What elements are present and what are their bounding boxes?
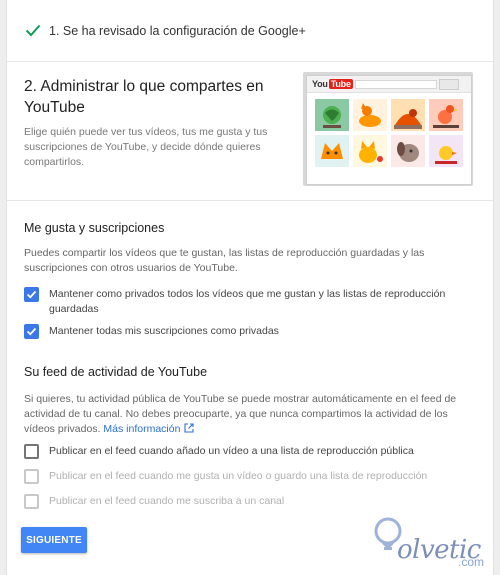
- private-subscriptions-label: Mantener todas mis suscripciones como pr…: [49, 325, 279, 337]
- puppy-thumbnail-icon: [391, 135, 425, 167]
- feed-subscribe-checkbox: [24, 494, 39, 509]
- checkmark-icon: [26, 290, 37, 299]
- solvetic-watermark: olvetic .com: [363, 516, 487, 572]
- more-info-link[interactable]: Más información: [103, 423, 194, 435]
- watermark-suffix: .com: [458, 555, 485, 569]
- mock-search-icon: [439, 79, 459, 90]
- option-feed-playlist[interactable]: Publicar en el feed cuando añado un víde…: [24, 444, 480, 460]
- option-feed-subscribe: Publicar en el feed cuando me suscriba a…: [24, 494, 480, 510]
- youtube-logo-icon: You Tube: [312, 79, 353, 89]
- private-likes-checkbox[interactable]: [24, 287, 39, 302]
- fox-thumbnail-icon: [315, 135, 349, 167]
- globe-thumbnail-icon: [315, 99, 349, 131]
- option-feed-likes: Publicar en el feed cuando me gusta un v…: [24, 469, 480, 485]
- feed-playlist-label: Publicar en el feed cuando añado un víde…: [49, 445, 414, 457]
- bird-thumbnail-icon: [429, 99, 463, 131]
- step-completed-label: 1. Se ha revisado la configuración de Go…: [49, 24, 306, 38]
- external-link-icon: [184, 423, 194, 433]
- feed-playlist-checkbox[interactable]: [24, 444, 39, 459]
- feed-heading: Su feed de actividad de YouTube: [24, 365, 208, 379]
- private-likes-label: Mantener como privados todos los vídeos …: [49, 288, 446, 315]
- settings-card: 1. Se ha revisado la configuración de Go…: [6, 0, 494, 575]
- likes-heading: Me gusta y suscripciones: [24, 221, 165, 235]
- section-title: 2. Administrar lo que compartes en YouTu…: [24, 78, 264, 116]
- chick-thumbnail-icon: [429, 135, 463, 167]
- feed-likes-checkbox: [24, 469, 39, 484]
- browser-mockup: You Tube: [306, 75, 472, 185]
- section-description: Elige quién puede ver tus vídeos, tus me…: [24, 126, 268, 168]
- check-icon: [25, 24, 41, 37]
- dog-thumbnail-icon: [391, 99, 425, 131]
- feed-subscribe-label: Publicar en el feed cuando me suscriba a…: [49, 495, 285, 507]
- checkmark-icon: [26, 327, 37, 336]
- youtube-illustration: You Tube: [303, 72, 477, 192]
- option-private-subscriptions[interactable]: Mantener todas mis suscripciones como pr…: [24, 324, 480, 340]
- likes-description: Puedes compartir los vídeos que te gusta…: [24, 247, 425, 274]
- mock-search-box: [355, 80, 437, 89]
- feed-likes-label: Publicar en el feed cuando me gusta un v…: [49, 470, 428, 482]
- feed-description: Si quieres, tu actividad pública de YouT…: [24, 393, 457, 435]
- next-button[interactable]: SIGUIENTE: [21, 527, 87, 553]
- option-private-likes[interactable]: Mantener como privados todos los vídeos …: [24, 287, 480, 317]
- manage-sharing-section: 2. Administrar lo que compartes en YouTu…: [7, 62, 493, 201]
- cat-thumbnail-icon: [353, 99, 387, 131]
- step-completed: 1. Se ha revisado la configuración de Go…: [7, 0, 493, 62]
- private-subscriptions-checkbox[interactable]: [24, 324, 39, 339]
- kitten-thumbnail-icon: [353, 135, 387, 167]
